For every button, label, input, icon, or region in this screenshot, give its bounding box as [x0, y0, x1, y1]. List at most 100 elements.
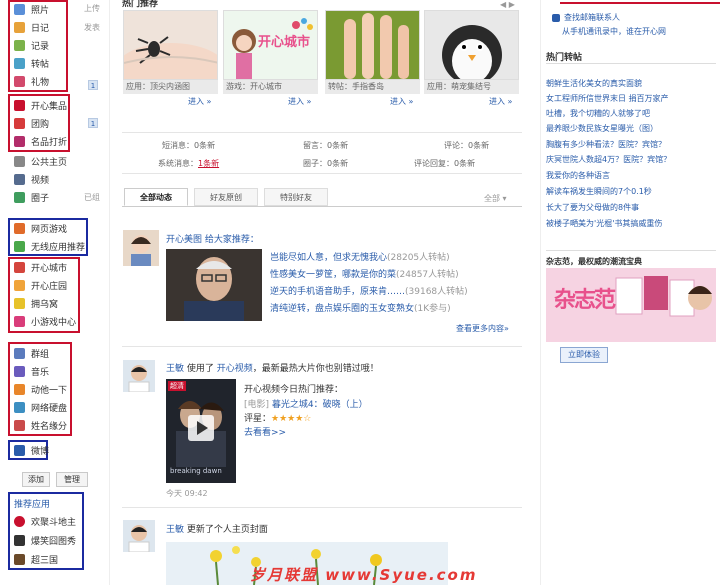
- sidebar-item-repost[interactable]: 转帖: [14, 54, 49, 72]
- hd-badge: 超清: [168, 381, 186, 391]
- sidebar-item-photos[interactable]: 照片: [14, 0, 49, 18]
- circle-icon: [14, 191, 25, 203]
- photo-thumb-4[interactable]: [424, 10, 519, 80]
- magazine-title: 杂志范，最权威的潮流宝典: [546, 257, 642, 266]
- hot-repost-1[interactable]: 朝鲜生活化美女的真实面貌: [546, 78, 642, 89]
- post2-avatar[interactable]: [123, 360, 155, 392]
- sidebar-item-music[interactable]: 音乐: [14, 362, 49, 380]
- hot-repost-4[interactable]: 最养眼少数民族女星曝光（图）: [546, 123, 658, 134]
- publish-hint[interactable]: 发表: [84, 22, 100, 33]
- sidebar-item-mini-games[interactable]: 小游戏中心: [14, 312, 76, 330]
- msg-guestbook[interactable]: 留言：0条新: [303, 140, 348, 151]
- msg-short[interactable]: 短消息：0条新: [162, 140, 215, 151]
- sidebar-item-circles[interactable]: 圈子: [14, 188, 49, 206]
- magazine-logo: 杂志范: [554, 288, 616, 313]
- post1-more-link[interactable]: 查看更多内容»: [456, 323, 509, 334]
- hot-repost-5[interactable]: 胸腹有多少种看法？医院？宾馆？: [546, 139, 666, 150]
- sidebar-item-records[interactable]: 记录: [14, 36, 49, 54]
- photo-enter-1[interactable]: 进入 »: [188, 96, 211, 107]
- play-button[interactable]: [188, 415, 214, 441]
- sidebar-item-web-games[interactable]: 网页游戏: [14, 219, 67, 237]
- sidebar-item-wireless-apps[interactable]: 无线应用推荐: [14, 237, 85, 255]
- try-now-button[interactable]: 立即体验: [560, 347, 608, 363]
- music-icon: [14, 365, 25, 377]
- sidebar-item-nest[interactable]: 拥乌窝: [14, 294, 58, 312]
- post1-image[interactable]: [166, 249, 262, 321]
- photo-thumb-1[interactable]: [123, 10, 218, 80]
- msg-system[interactable]: 系统消息：1条新: [158, 158, 219, 169]
- poster-caption: breaking dawn: [170, 467, 222, 475]
- photo-enter-4[interactable]: 进入 »: [489, 96, 512, 107]
- sidebar-item-weibo[interactable]: 微博: [14, 441, 49, 459]
- tab-special-friends[interactable]: 特别好友: [264, 188, 328, 206]
- sidebar-item-video[interactable]: 视频: [14, 170, 49, 188]
- sidebar-item-poke[interactable]: 动他一下: [14, 380, 67, 398]
- filter-dropdown[interactable]: 全部 ▾: [484, 193, 507, 204]
- hot-repost-3[interactable]: 吐槽，我个切糟的人就够了吧: [546, 108, 650, 119]
- post1-item-4[interactable]: 清纯逆转，盘点娱乐圈的玉女变熟女(1K参与): [270, 301, 451, 314]
- right-column-divider: [540, 0, 541, 585]
- photo-thumb-3[interactable]: [325, 10, 420, 80]
- post1-item-1[interactable]: 岂能尽如人意，但求无愧我心(28205人转帖): [270, 250, 450, 263]
- msg-circles[interactable]: 圈子：0条新: [303, 158, 348, 169]
- post3-avatar[interactable]: [123, 520, 155, 552]
- msg-comments[interactable]: 评论：0条新: [444, 140, 489, 151]
- hot-repost-7[interactable]: 我爱你的各种语言: [546, 170, 610, 181]
- watch-now-link[interactable]: 去看看>>: [244, 425, 286, 438]
- hot-repost-10[interactable]: 被楼子嗮美为'光棍'书其搞威重伤: [546, 218, 662, 229]
- post1-item-2[interactable]: 性感美女一萝筐，哪款是你的菜(24857人转帖): [270, 267, 459, 280]
- find-phone-contacts[interactable]: 从手机通讯录中，谁在开心网: [562, 26, 666, 37]
- photo-caption-1[interactable]: 应用：顶尖内涵图: [123, 80, 218, 94]
- photo-caption-3[interactable]: 转帖：手指香岛: [325, 80, 420, 94]
- post1-avatar[interactable]: [123, 230, 159, 266]
- sidebar-item-public-pages[interactable]: 公共主页: [14, 152, 67, 170]
- hot-repost-2[interactable]: 女工程师所信世界末日 捐百万家产: [546, 93, 669, 104]
- photo-thumb-2[interactable]: 开心城市: [223, 10, 318, 80]
- post3-user-link[interactable]: 王敏: [166, 525, 184, 535]
- sidebar-item-groups[interactable]: 群组: [14, 344, 49, 362]
- sidebar-item-netdisk[interactable]: 网络硬盘: [14, 398, 67, 416]
- sidebar-item-kaixin-city[interactable]: 开心城市: [14, 258, 67, 276]
- recommend-app-doudizhu[interactable]: 欢聚斗地主: [14, 512, 76, 530]
- hot-repost-9[interactable]: 长大了要为父母做的8件事: [546, 202, 639, 213]
- hot-repost-6[interactable]: 庆冥世院人数超4万？医院？宾馆？: [546, 154, 671, 165]
- upload-hint[interactable]: 上传: [84, 3, 100, 14]
- tab-friend-original[interactable]: 好友原创: [194, 188, 258, 206]
- carousel-arrows[interactable]: ◀ ▶: [500, 0, 515, 9]
- sidebar-item-kaixin-farm[interactable]: 开心庄园: [14, 276, 67, 294]
- photo-enter-2[interactable]: 进入 »: [288, 96, 311, 107]
- post1-header[interactable]: 开心美图 给大家推荐：: [166, 232, 259, 245]
- msg-comment-replies[interactable]: 评论回复：0条新: [414, 158, 475, 169]
- photo-caption-2[interactable]: 游戏：开心城市: [223, 80, 318, 94]
- sidebar-item-kaixin-products[interactable]: 开心集品: [14, 96, 67, 114]
- play-icon: [197, 421, 208, 435]
- photo-caption-4[interactable]: 应用：萌宠集结号: [424, 80, 519, 94]
- recommend-title: 推荐应用: [14, 499, 51, 510]
- movie-poster[interactable]: 超清 breaking dawn: [166, 379, 236, 483]
- movie-item[interactable]: [电影] 暮光之城4：破晓（上）: [244, 397, 368, 410]
- find-email-contacts[interactable]: 查找邮箱联系人: [552, 12, 620, 23]
- tab-all-activity[interactable]: 全部动态: [124, 188, 188, 206]
- post2-header: 王敏 使用了 开心视频，最新最热大片你也别错过哦！: [166, 364, 379, 374]
- sidebar-item-name-fate[interactable]: 姓名缘分: [14, 416, 67, 434]
- sidebar-item-gifts[interactable]: 礼物: [14, 72, 49, 90]
- add-app-button[interactable]: 添加: [22, 472, 50, 487]
- manage-apps-button[interactable]: 管理: [56, 472, 88, 487]
- fingers-illustration: [326, 11, 419, 79]
- sidebar-item-group-buy[interactable]: 团购: [14, 114, 49, 132]
- photo-enter-3[interactable]: 进入 »: [390, 96, 413, 107]
- post1-item-3[interactable]: 逆天的手机语音助手，原来肯……(39168人转帖): [270, 284, 468, 297]
- group-icon: [14, 347, 25, 359]
- recommend-app-sanguo[interactable]: 超三国: [14, 550, 58, 568]
- weibo-icon: [14, 444, 25, 456]
- sanguo-icon: [14, 553, 25, 565]
- post2-user-link[interactable]: 王敏: [166, 364, 184, 374]
- recommend-app-funny-pics[interactable]: 爆笑囧图秀: [14, 531, 76, 549]
- diary-icon: [14, 21, 25, 33]
- sidebar-item-diary[interactable]: 日记: [14, 18, 49, 36]
- hot-repost-8[interactable]: 解读车祸发生瞬间的7个0.1秒: [546, 186, 652, 197]
- post2-app-link[interactable]: 开心视频: [217, 364, 253, 374]
- magazine-banner[interactable]: 杂志范: [546, 268, 716, 342]
- sidebar-item-brand-discount[interactable]: 名品打折: [14, 132, 67, 150]
- discount-icon: [14, 135, 25, 147]
